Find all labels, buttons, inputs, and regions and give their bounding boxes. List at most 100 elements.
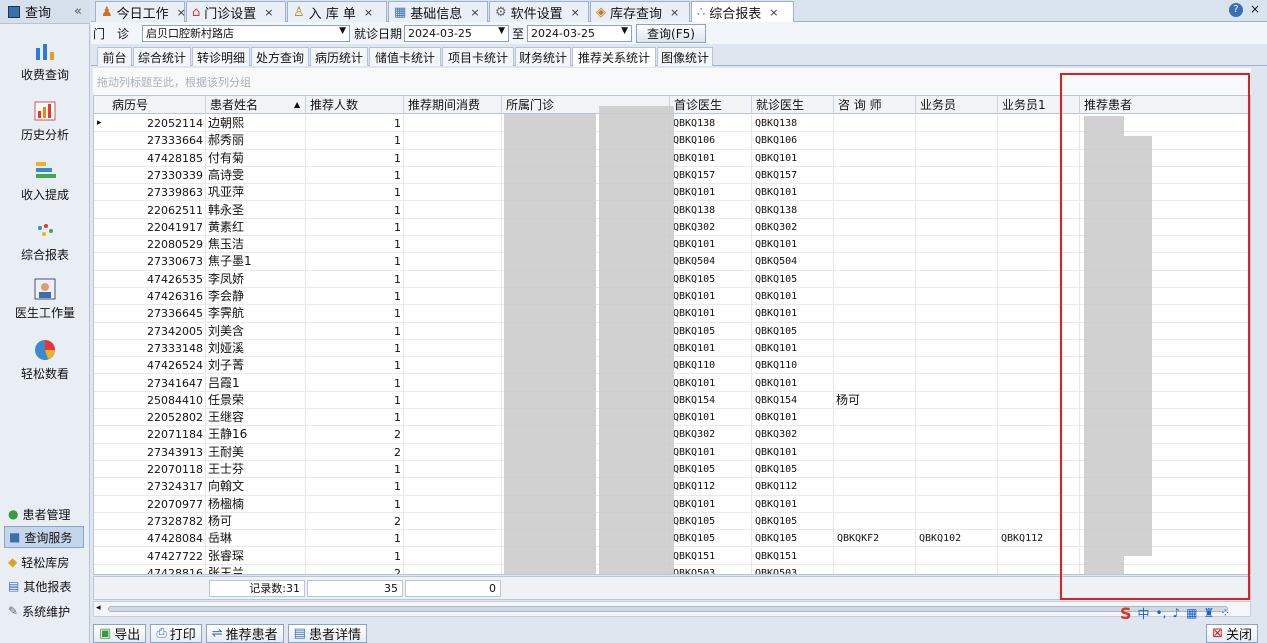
referral-count-cell: 1	[306, 478, 404, 496]
tab-clinic-settings[interactable]: ⌂ 门诊设置 ×	[186, 1, 286, 22]
col-period-spend[interactable]: 推荐期间消费	[404, 96, 502, 114]
referral-count-cell: 1	[306, 166, 404, 184]
first-doctor-cell: QBKQ101	[670, 184, 752, 202]
period-spend-cell	[404, 305, 502, 323]
close-icon[interactable]: ×	[364, 6, 373, 19]
patient-name-cell: 王士芬	[206, 461, 306, 478]
referral-count-cell: 1	[306, 409, 404, 427]
patient-name-cell: 李霁航	[206, 305, 306, 323]
close-icon[interactable]: ×	[670, 6, 679, 19]
tab-basic-info[interactable]: ▦ 基础信息 ×	[388, 1, 488, 22]
tab-stock-in[interactable]: ♙ 入 库 单 ×	[287, 1, 387, 22]
patient-name-cell: 巩亚萍	[206, 184, 306, 202]
nav-item-income[interactable]: 收入提成	[0, 160, 90, 203]
referral-count-cell: 2	[306, 564, 404, 574]
patient-name-cell: 李凤娇	[206, 270, 306, 288]
consultant-cell	[834, 288, 916, 305]
col-consultant[interactable]: 咨 询 师	[834, 96, 916, 114]
visit-doctor-cell: QBKQ101	[752, 443, 834, 461]
subtab-0[interactable]: 前台	[97, 47, 132, 66]
referral-count-cell: 1	[306, 115, 404, 132]
referral-count-cell: 1	[306, 461, 404, 478]
nav-query-service[interactable]: ■ 查询服务	[4, 526, 84, 548]
nav-item-fee-query[interactable]: 收费查询	[0, 40, 90, 83]
subtab-8[interactable]: 推荐关系统计	[572, 47, 656, 67]
subtab-7[interactable]: 财务统计	[515, 47, 571, 66]
col-salesperson[interactable]: 业务员	[916, 96, 998, 114]
period-spend-cell	[404, 391, 502, 409]
subtab-9[interactable]: 图像统计	[657, 47, 713, 66]
nav-system-maint[interactable]: ✎ 系统维护	[4, 600, 84, 622]
date-to-field[interactable]: 2024-03-25 ▼	[527, 24, 633, 42]
period-spend-cell	[404, 564, 502, 574]
patient-detail-button[interactable]: ▤ 患者详情	[287, 623, 367, 643]
subtab-2[interactable]: 转诊明细	[192, 47, 250, 66]
ime-toolbar[interactable]: S 中 •, ♪ ▦ ♜ ⁘	[1120, 603, 1267, 623]
nav-item-easy-view[interactable]: 轻松数看	[0, 339, 90, 382]
col-first-doctor[interactable]: 首诊医生	[670, 96, 752, 114]
col-record-no[interactable]: 病历号	[108, 96, 206, 114]
subtab-6[interactable]: 项目卡统计	[442, 47, 514, 66]
col-visit-doctor[interactable]: 就诊医生	[752, 96, 834, 114]
total-referrals: 35	[307, 580, 403, 597]
first-doctor-cell: QBKQ302	[670, 218, 752, 236]
scroll-left-icon[interactable]: ◂	[96, 603, 101, 613]
nav-item-history[interactable]: 历史分析	[0, 100, 90, 143]
close-icon[interactable]: ×	[264, 6, 273, 19]
patient-name-cell: 焦玉洁	[206, 236, 306, 254]
visit-doctor-cell: QBKQ302	[752, 426, 834, 444]
tab-inventory[interactable]: ◈ 库存查询 ×	[590, 1, 690, 22]
subtab-5[interactable]: 储值卡统计	[369, 47, 441, 66]
tab-software-settings[interactable]: ⚙ 软件设置 ×	[489, 1, 589, 22]
col-referral-count[interactable]: 推荐人数	[306, 96, 404, 114]
col-patient-name[interactable]: 患者姓名	[206, 96, 306, 114]
scrollbar-thumb[interactable]	[108, 606, 1228, 612]
nav-patient-mgmt[interactable]: ● 患者管理	[4, 503, 84, 525]
close-icon[interactable]: ×	[571, 6, 580, 19]
referral-count-cell: 1	[306, 305, 404, 323]
visit-doctor-cell: QBKQ101	[752, 236, 834, 254]
close-icon[interactable]: ×	[177, 6, 186, 19]
close-window-icon[interactable]: ×	[1250, 2, 1260, 16]
nav-other-reports[interactable]: ▤ 其他报表	[4, 575, 84, 597]
visit-doctor-cell: QBKQ105	[752, 322, 834, 340]
salesperson-cell	[916, 115, 998, 132]
patient-name-cell: 郝秀丽	[206, 132, 306, 150]
horizontal-scrollbar[interactable]: ◂	[93, 601, 1251, 617]
period-spend-cell	[404, 115, 502, 132]
consultant-cell	[834, 495, 916, 513]
close-button[interactable]: ⊠ 关闭	[1206, 623, 1258, 643]
clinic-select[interactable]: 启贝口腔新村路店 ▼	[142, 24, 350, 42]
nav-item-report[interactable]: 综合报表	[0, 220, 90, 263]
subtab-3[interactable]: 处方查询	[251, 47, 309, 66]
period-spend-cell	[404, 149, 502, 167]
subtab-4[interactable]: 病历统计	[310, 47, 368, 66]
visit-doctor-cell: QBKQ151	[752, 547, 834, 565]
consultant-cell	[834, 478, 916, 496]
consultant-cell	[834, 409, 916, 427]
tab-today-work[interactable]: ♟ 今日工作 ×	[95, 1, 186, 22]
ime-lang: 中	[1137, 606, 1150, 621]
consultant-cell	[834, 253, 916, 271]
print-button[interactable]: ⎙ 打印	[150, 623, 202, 643]
subtab-1[interactable]: 综合统计	[133, 47, 191, 66]
tab-comprehensive-report[interactable]: ∴ 综合报表 ×	[691, 1, 794, 23]
query-button[interactable]: 查询(F5)	[636, 23, 706, 43]
referral-patient-button[interactable]: ⇌ 推荐患者	[205, 623, 284, 643]
nav-item-doctor-workload[interactable]: 医生工作量	[0, 278, 90, 321]
help-icon[interactable]: ?	[1229, 3, 1243, 17]
nav-easy-storage[interactable]: ◆ 轻松库房	[4, 551, 84, 573]
record-no-cell: 27330339	[108, 166, 206, 184]
close-icon[interactable]: ×	[769, 6, 778, 19]
record-no-cell: 27333148	[108, 339, 206, 357]
visit-doctor-cell: QBKQ302	[752, 218, 834, 236]
salesperson-cell	[916, 132, 998, 150]
close-icon[interactable]: ×	[470, 6, 479, 19]
period-spend-cell	[404, 547, 502, 565]
export-button[interactable]: ▣ 导出	[93, 623, 147, 643]
consultant-cell	[834, 236, 916, 254]
date-from-field[interactable]: 2024-03-25 ▼	[404, 24, 509, 42]
collapse-icon[interactable]: «	[74, 4, 82, 19]
salesperson-cell	[916, 374, 998, 392]
user-icon: ♟	[101, 4, 113, 20]
